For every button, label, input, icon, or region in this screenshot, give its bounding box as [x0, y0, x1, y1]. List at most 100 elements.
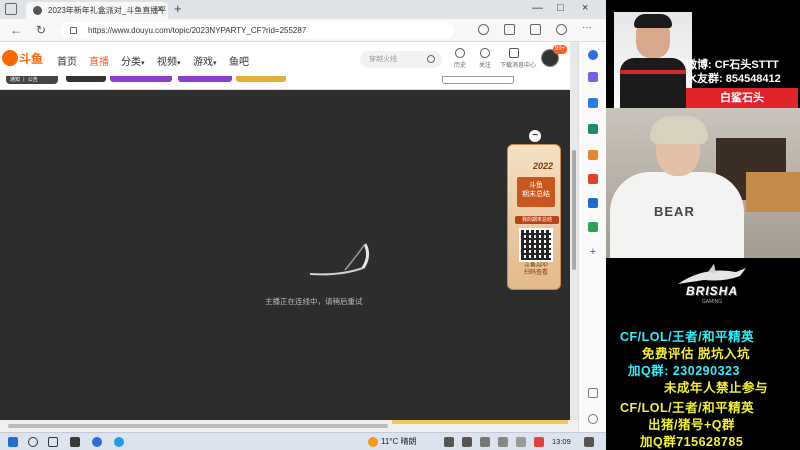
close-window-button[interactable]: × [582, 2, 588, 14]
back-button[interactable]: ← [10, 23, 22, 37]
browser-tab[interactable]: 2023年新年礼盒派对_斗鱼直播平 × [26, 2, 168, 19]
fan-group-text: 水友群: 854548412 [686, 73, 781, 85]
douyu-favicon-icon [33, 6, 42, 15]
heart-icon [480, 48, 490, 58]
tray-icon[interactable] [462, 437, 472, 447]
translate-icon[interactable] [478, 24, 489, 35]
brand-sub: GAMING [701, 299, 723, 305]
app-icon[interactable] [92, 437, 102, 447]
maximize-button[interactable]: □ [557, 2, 564, 14]
sun-icon [368, 436, 378, 447]
minimize-button[interactable]: — [532, 2, 543, 14]
tray-icon[interactable] [444, 437, 454, 447]
streamer-nameplate: 白鲨石头 [686, 88, 798, 108]
nav-video[interactable]: 视频▾ [157, 53, 181, 68]
notice-tag[interactable]: 通知 丨 公告 [6, 76, 58, 84]
year-end-promo[interactable]: − 2022 斗鱼 期末总结 我的期末总结 斗鱼APP 扫码查看 [505, 120, 565, 290]
banner-pill[interactable] [110, 76, 172, 82]
edge-icon[interactable] [114, 437, 124, 447]
task-view-icon[interactable] [48, 437, 58, 447]
promo-app-text: 斗鱼APP 扫码查看 [523, 263, 548, 276]
promo-hint: 我的期末总结 [515, 216, 559, 224]
video-player[interactable]: 主播正在连线中，请稍后重试 − 2022 斗鱼 期末总结 我的期末总结 斗鱼AP… [0, 90, 570, 420]
shopping-icon[interactable] [588, 98, 598, 108]
hoodie-text: BEAR [654, 204, 695, 219]
brisha-shark-logo-icon: BRISHA GAMING [674, 264, 750, 320]
weather-widget[interactable]: 11°C 晴朗 [368, 436, 417, 447]
horizontal-scrollbar[interactable] [0, 420, 578, 432]
games-icon[interactable] [588, 150, 598, 160]
history-icon [455, 48, 465, 58]
qr-code [519, 228, 553, 262]
site-search-input[interactable]: 穿越火线 [360, 51, 442, 68]
url-text: https://www.douyu.com/topic/2023NYPARTY_… [88, 26, 307, 35]
ad-line: 加Q群715628785 [640, 435, 744, 449]
promo-year: 2022 [532, 161, 554, 171]
loading-spinner-icon [309, 243, 370, 276]
collections-icon[interactable] [530, 24, 541, 35]
notification-icon[interactable] [584, 437, 594, 447]
banner-strip: 通知 丨 公告 [0, 76, 570, 90]
windows-taskbar: 11°C 晴朗 13:09 [0, 432, 606, 450]
tree-icon[interactable] [588, 222, 598, 232]
webcam-feed: BEAR [606, 108, 800, 258]
tray-icon[interactable] [516, 437, 526, 447]
follow-button[interactable]: 关注 [474, 48, 496, 69]
banner-pill[interactable] [178, 76, 232, 82]
tab-close-icon[interactable]: × [157, 4, 163, 15]
nav-yuba[interactable]: 鱼吧 [229, 53, 249, 68]
vertical-scrollbar[interactable] [570, 42, 578, 420]
tray-icon[interactable] [498, 437, 508, 447]
tab-actions-icon[interactable] [5, 3, 17, 15]
promo-close-icon[interactable]: − [529, 130, 541, 142]
screen: 2023年新年礼盒派对_斗鱼直播平 × + — □ × ← ↻ https://… [0, 0, 800, 450]
promo-title: 斗鱼 期末总结 [517, 177, 555, 207]
search-sidebar-icon[interactable] [588, 50, 598, 60]
banner-pill[interactable] [66, 76, 106, 82]
download-icon [509, 48, 519, 58]
settings-icon[interactable] [588, 414, 598, 424]
taskbar-clock[interactable]: 13:09 [552, 437, 571, 446]
tab-title: 2023年新年礼盒派对_斗鱼直播平 [48, 6, 167, 15]
douyu-fish-icon [2, 50, 18, 66]
outlook-icon[interactable] [588, 198, 598, 208]
banner-pill[interactable] [442, 76, 514, 84]
history-button[interactable]: 历史 [449, 48, 471, 69]
search-placeholder: 穿越火线 [369, 56, 397, 63]
tab-strip: 2023年新年礼盒派对_斗鱼直播平 × + — □ × [0, 0, 606, 19]
lock-icon [70, 27, 77, 34]
favorites-icon[interactable] [504, 24, 515, 35]
file-explorer-icon[interactable] [70, 437, 80, 447]
new-tab-button[interactable]: + [174, 1, 182, 16]
refresh-button[interactable]: ↻ [36, 23, 46, 37]
search-icon[interactable] [427, 55, 435, 63]
brand-name: BRISHA [685, 284, 738, 298]
edge-sidebar: + [578, 42, 606, 432]
nav-home[interactable]: 首页 [57, 53, 77, 68]
download-button[interactable]: 下载消息中心 [500, 48, 536, 69]
site-header: 斗鱼 首页 直播 分类▾ 视频▾ 游戏▾ 鱼吧 穿越火线 历史 关注 下载消息中… [0, 42, 570, 76]
nav-category[interactable]: 分类▾ [121, 53, 145, 68]
tray-icon[interactable] [480, 437, 490, 447]
windows-start-icon[interactable] [8, 437, 18, 447]
add-sidebar-icon[interactable]: + [588, 247, 598, 258]
douyu-logo[interactable]: 斗鱼 [2, 49, 46, 69]
ad-line: 未成年人禁止参与 [664, 381, 769, 395]
banner-pill[interactable] [236, 76, 286, 82]
notification-badge: 99+ [553, 45, 568, 54]
more-icon[interactable]: ··· [582, 23, 593, 35]
tray-icon[interactable] [534, 437, 544, 447]
discover-icon[interactable] [588, 72, 598, 82]
sidebar-layout-icon[interactable] [588, 388, 598, 398]
browser-window: 2023年新年礼盒派对_斗鱼直播平 × + — □ × ← ↻ https://… [0, 0, 606, 450]
stream-overlay: 微博: CF石头STTT 水友群: 854548412 白鲨石头 BEAR BR… [606, 0, 800, 450]
address-bar-row: ← ↻ https://www.douyu.com/topic/2023NYPA… [0, 19, 606, 42]
nav-live[interactable]: 直播 [89, 53, 109, 68]
url-field[interactable]: https://www.douyu.com/topic/2023NYPARTY_… [60, 22, 454, 39]
taskbar-search-icon[interactable] [28, 437, 38, 447]
player-status-text: 主播正在连线中，请稍后重试 [265, 297, 363, 306]
nav-games[interactable]: 游戏▾ [193, 53, 217, 68]
office-icon[interactable] [588, 174, 598, 184]
profile-icon[interactable] [556, 24, 567, 35]
tools-icon[interactable] [588, 124, 598, 134]
